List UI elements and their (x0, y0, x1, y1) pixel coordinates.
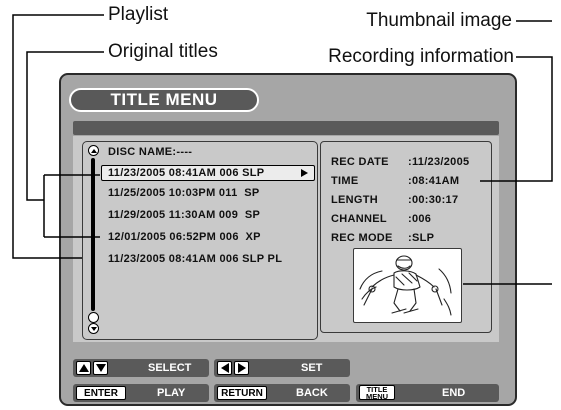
info-label: LENGTH (331, 194, 379, 206)
disc-name-value: ---- (176, 146, 193, 158)
up-arrow-key-icon[interactable] (76, 361, 91, 375)
play-label: PLAY (157, 387, 186, 399)
info-channel: CHANNEL :006 (331, 213, 431, 225)
scroll-end-icon (88, 312, 99, 323)
thumbnail-image (353, 248, 462, 323)
set-label: SET (301, 362, 323, 374)
info-value: :00:30:17 (408, 194, 459, 206)
title-menu-tab: TITLE MENU (69, 88, 259, 112)
down-arrow-key-icon[interactable] (93, 361, 108, 375)
info-value: :08:41AM (408, 175, 460, 187)
header-bar (73, 121, 499, 135)
right-arrow-key-icon[interactable] (234, 361, 249, 375)
enter-key[interactable]: ENTER (76, 386, 126, 400)
title-row[interactable]: 12/01/2005 06:52PM 006 XP (108, 231, 261, 243)
disc-name: DISC NAME:---- (108, 146, 192, 158)
callout-playlist: Playlist (108, 4, 169, 25)
scrollbar-track[interactable] (91, 158, 95, 311)
info-label: TIME (331, 175, 359, 187)
scroll-up-icon[interactable] (88, 145, 99, 156)
return-key[interactable]: RETURN (217, 386, 267, 400)
title-menu-key-line2: MENU (365, 392, 389, 401)
info-label: REC DATE (331, 156, 389, 168)
info-length: LENGTH :00:30:17 (331, 194, 458, 206)
playlist-row[interactable]: 11/23/2005 08:41AM 006 SLP PL (108, 253, 282, 265)
skier-illustration (359, 255, 452, 316)
info-rec-mode: REC MODE :SLP (331, 232, 434, 244)
disc-name-label: DISC NAME: (108, 146, 177, 158)
callout-thumbnail-image: Thumbnail image (366, 10, 512, 31)
title-row-text: 11/23/2005 08:41AM 006 SLP (108, 167, 265, 179)
title-row-selected[interactable]: 11/23/2005 08:41AM 006 SLP (101, 165, 315, 181)
title-row[interactable]: 11/29/2005 11:30AM 009 SP (108, 209, 260, 221)
info-label: CHANNEL (331, 213, 387, 225)
info-value: :006 (408, 213, 432, 225)
info-label: REC MODE (331, 232, 393, 244)
info-value: :11/23/2005 (408, 156, 470, 168)
left-arrow-key-icon[interactable] (217, 361, 232, 375)
scroll-down-icon[interactable] (88, 323, 99, 334)
callout-original-titles: Original titles (108, 41, 218, 62)
info-rec-date: REC DATE :11/23/2005 (331, 156, 469, 168)
info-value: :SLP (408, 232, 435, 244)
select-label: SELECT (148, 362, 192, 374)
title-menu-key[interactable]: TITLE MENU (359, 385, 395, 400)
back-label: BACK (296, 387, 328, 399)
title-row[interactable]: 11/25/2005 10:03PM 011 SP (108, 187, 260, 199)
info-time: TIME :08:41AM (331, 175, 459, 187)
play-triangle-icon (301, 169, 308, 177)
end-label: END (442, 387, 466, 399)
callout-recording-information: Recording information (328, 46, 514, 67)
